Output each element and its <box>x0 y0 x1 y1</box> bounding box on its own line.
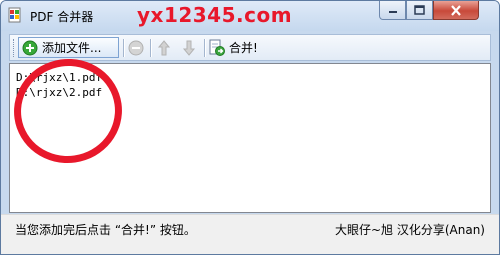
maximize-button[interactable] <box>406 1 433 20</box>
status-hint: 当您添加完后点击 “合并!” 按钮。 <box>15 223 196 237</box>
merge-icon <box>209 39 225 56</box>
title-bar[interactable]: PDF 合并器 yx12345.com <box>1 1 499 31</box>
minimize-button[interactable] <box>379 1 406 20</box>
close-button[interactable] <box>433 1 479 20</box>
add-files-label: 添加文件... <box>42 41 102 55</box>
close-icon <box>451 4 461 16</box>
file-list[interactable]: D:\rjxz\1.pdf D:\rjxz\2.pdf <box>9 63 491 213</box>
file-list-item[interactable]: D:\rjxz\1.pdf <box>16 70 490 85</box>
merge-label: 合并! <box>229 41 258 55</box>
maximize-icon <box>414 5 425 15</box>
minimize-icon <box>388 11 397 13</box>
move-down-icon[interactable] <box>180 39 198 57</box>
toolbar-separator <box>204 39 205 57</box>
toolbar-separator <box>150 39 151 57</box>
window-title: PDF 合并器 <box>30 10 94 24</box>
toolbar-separator <box>123 39 124 57</box>
status-bar: 当您添加完后点击 “合并!” 按钮。 大眼仔~旭 汉化分享(Anan) <box>1 214 499 254</box>
add-files-button[interactable]: 添加文件... <box>18 37 119 58</box>
move-up-icon[interactable] <box>155 39 173 57</box>
app-window: PDF 合并器 yx12345.com 添加文件... 合并! D:\rjxz\… <box>0 0 500 255</box>
toolbar-grip[interactable] <box>13 39 16 57</box>
merge-button[interactable]: 合并! <box>208 37 272 58</box>
remove-icon[interactable] <box>127 39 145 57</box>
add-file-icon <box>22 40 38 55</box>
file-list-item[interactable]: D:\rjxz\2.pdf <box>16 85 490 100</box>
app-icon <box>8 7 21 23</box>
watermark-text: yx12345.com <box>137 3 293 27</box>
status-credit: 大眼仔~旭 汉化分享(Anan) <box>334 223 485 237</box>
toolbar: 添加文件... 合并! <box>9 34 491 61</box>
